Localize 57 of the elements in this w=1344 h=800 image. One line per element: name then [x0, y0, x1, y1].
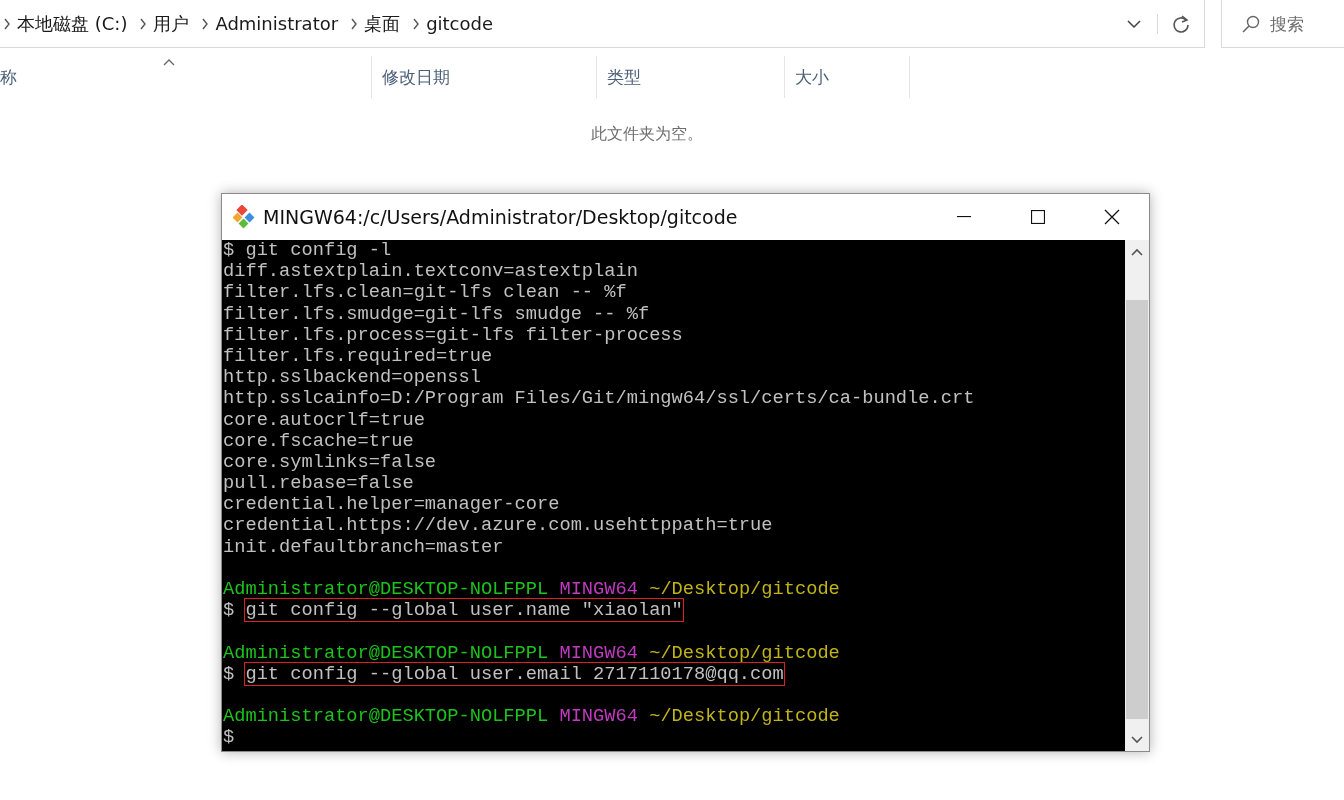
- prompt-user: Administrator@DESKTOP-NOLFPPL: [223, 578, 549, 600]
- maximize-icon: [1031, 210, 1045, 224]
- output-line: filter.lfs.clean=git-lfs clean -- %f: [223, 281, 627, 304]
- chevron-icon[interactable]: [202, 17, 210, 30]
- command-text: git config --global user.email 2717110178@qq.com: [245, 662, 784, 685]
- prompt-sign: $: [223, 599, 235, 622]
- breadcrumb-item[interactable]: 用户: [147, 11, 203, 36]
- output-line: http.sslcainfo=D:/Program Files/Git/mingw64/ssl/certs/ca-bundle.crt: [223, 387, 975, 410]
- prompt-user: Administrator@DESKTOP-NOLFPPL: [223, 641, 549, 664]
- close-icon: [1104, 209, 1120, 225]
- prompt-shell: MINGW64: [559, 705, 638, 728]
- output-line: pull.rebase=false: [223, 472, 414, 495]
- breadcrumb-item[interactable]: 本地磁盘 (C:): [11, 11, 141, 36]
- output-line: credential.helper=manager-core: [223, 493, 560, 516]
- prompt-sign: $: [223, 240, 235, 261]
- prompt-user: Administrator@DESKTOP-NOLFPPL: [223, 705, 549, 728]
- output-line: core.symlinks=false: [223, 450, 437, 473]
- chevron-icon[interactable]: [140, 17, 148, 30]
- prompt-path: ~/Desktop/gitcode: [649, 641, 840, 664]
- output-line: core.autocrlf=true: [223, 408, 425, 431]
- output-line: core.fscache=true: [223, 429, 414, 452]
- minimize-icon: [957, 216, 971, 218]
- column-header[interactable]: 修改日期: [372, 56, 597, 98]
- chevron-icon[interactable]: [351, 17, 359, 30]
- output-line: credential.https://dev.azure.com.usehttppath=true: [223, 514, 773, 537]
- breadcrumb-item[interactable]: gitcode: [420, 13, 507, 34]
- column-header[interactable]: 称: [0, 56, 372, 98]
- refresh-icon[interactable]: [1171, 13, 1191, 34]
- output-line: filter.lfs.process=git-lfs filter-process: [223, 323, 683, 346]
- column-header[interactable]: 大小: [785, 56, 910, 98]
- chevron-icon[interactable]: [413, 17, 421, 30]
- search-icon: [1242, 14, 1260, 33]
- chevron-icon[interactable]: [4, 17, 11, 30]
- command-text: git config --global user.name "xiaolan": [245, 599, 683, 622]
- prompt-path: ~/Desktop/gitcode: [649, 578, 840, 600]
- output-line: http.sslbackend=openssl: [223, 366, 481, 389]
- scroll-down-icon[interactable]: [1131, 734, 1143, 744]
- output-line: filter.lfs.smudge=git-lfs smudge -- %f: [223, 302, 650, 325]
- empty-folder-message: 此文件夹为空。: [591, 124, 703, 143]
- scroll-up-icon[interactable]: [1131, 247, 1143, 257]
- prompt-path: ~/Desktop/gitcode: [649, 705, 840, 728]
- breadcrumb-item[interactable]: Administrator: [209, 13, 352, 34]
- command-text: git config -l: [245, 240, 392, 261]
- output-line: init.defaultbranch=master: [223, 535, 504, 558]
- chevron-down-icon: [1127, 19, 1141, 28]
- prompt-sign: $: [223, 662, 235, 685]
- output-line: filter.lfs.required=true: [223, 344, 493, 367]
- prompt-sign: $: [223, 726, 235, 749]
- window-title: MINGW64:/c/Users/Administrator/Desktop/gitcode: [263, 206, 739, 228]
- prompt-shell: MINGW64: [559, 641, 638, 664]
- prompt-shell: MINGW64: [559, 578, 638, 600]
- search-field[interactable]: 搜索: [1270, 13, 1330, 34]
- output-line: diff.astextplain.textconv=astextplain: [223, 260, 638, 283]
- diamond-icon: [233, 205, 255, 229]
- column-header[interactable]: 类型: [597, 56, 785, 98]
- breadcrumb-item[interactable]: 桌面: [358, 11, 414, 36]
- scrollbar-thumb[interactable]: [1126, 300, 1148, 719]
